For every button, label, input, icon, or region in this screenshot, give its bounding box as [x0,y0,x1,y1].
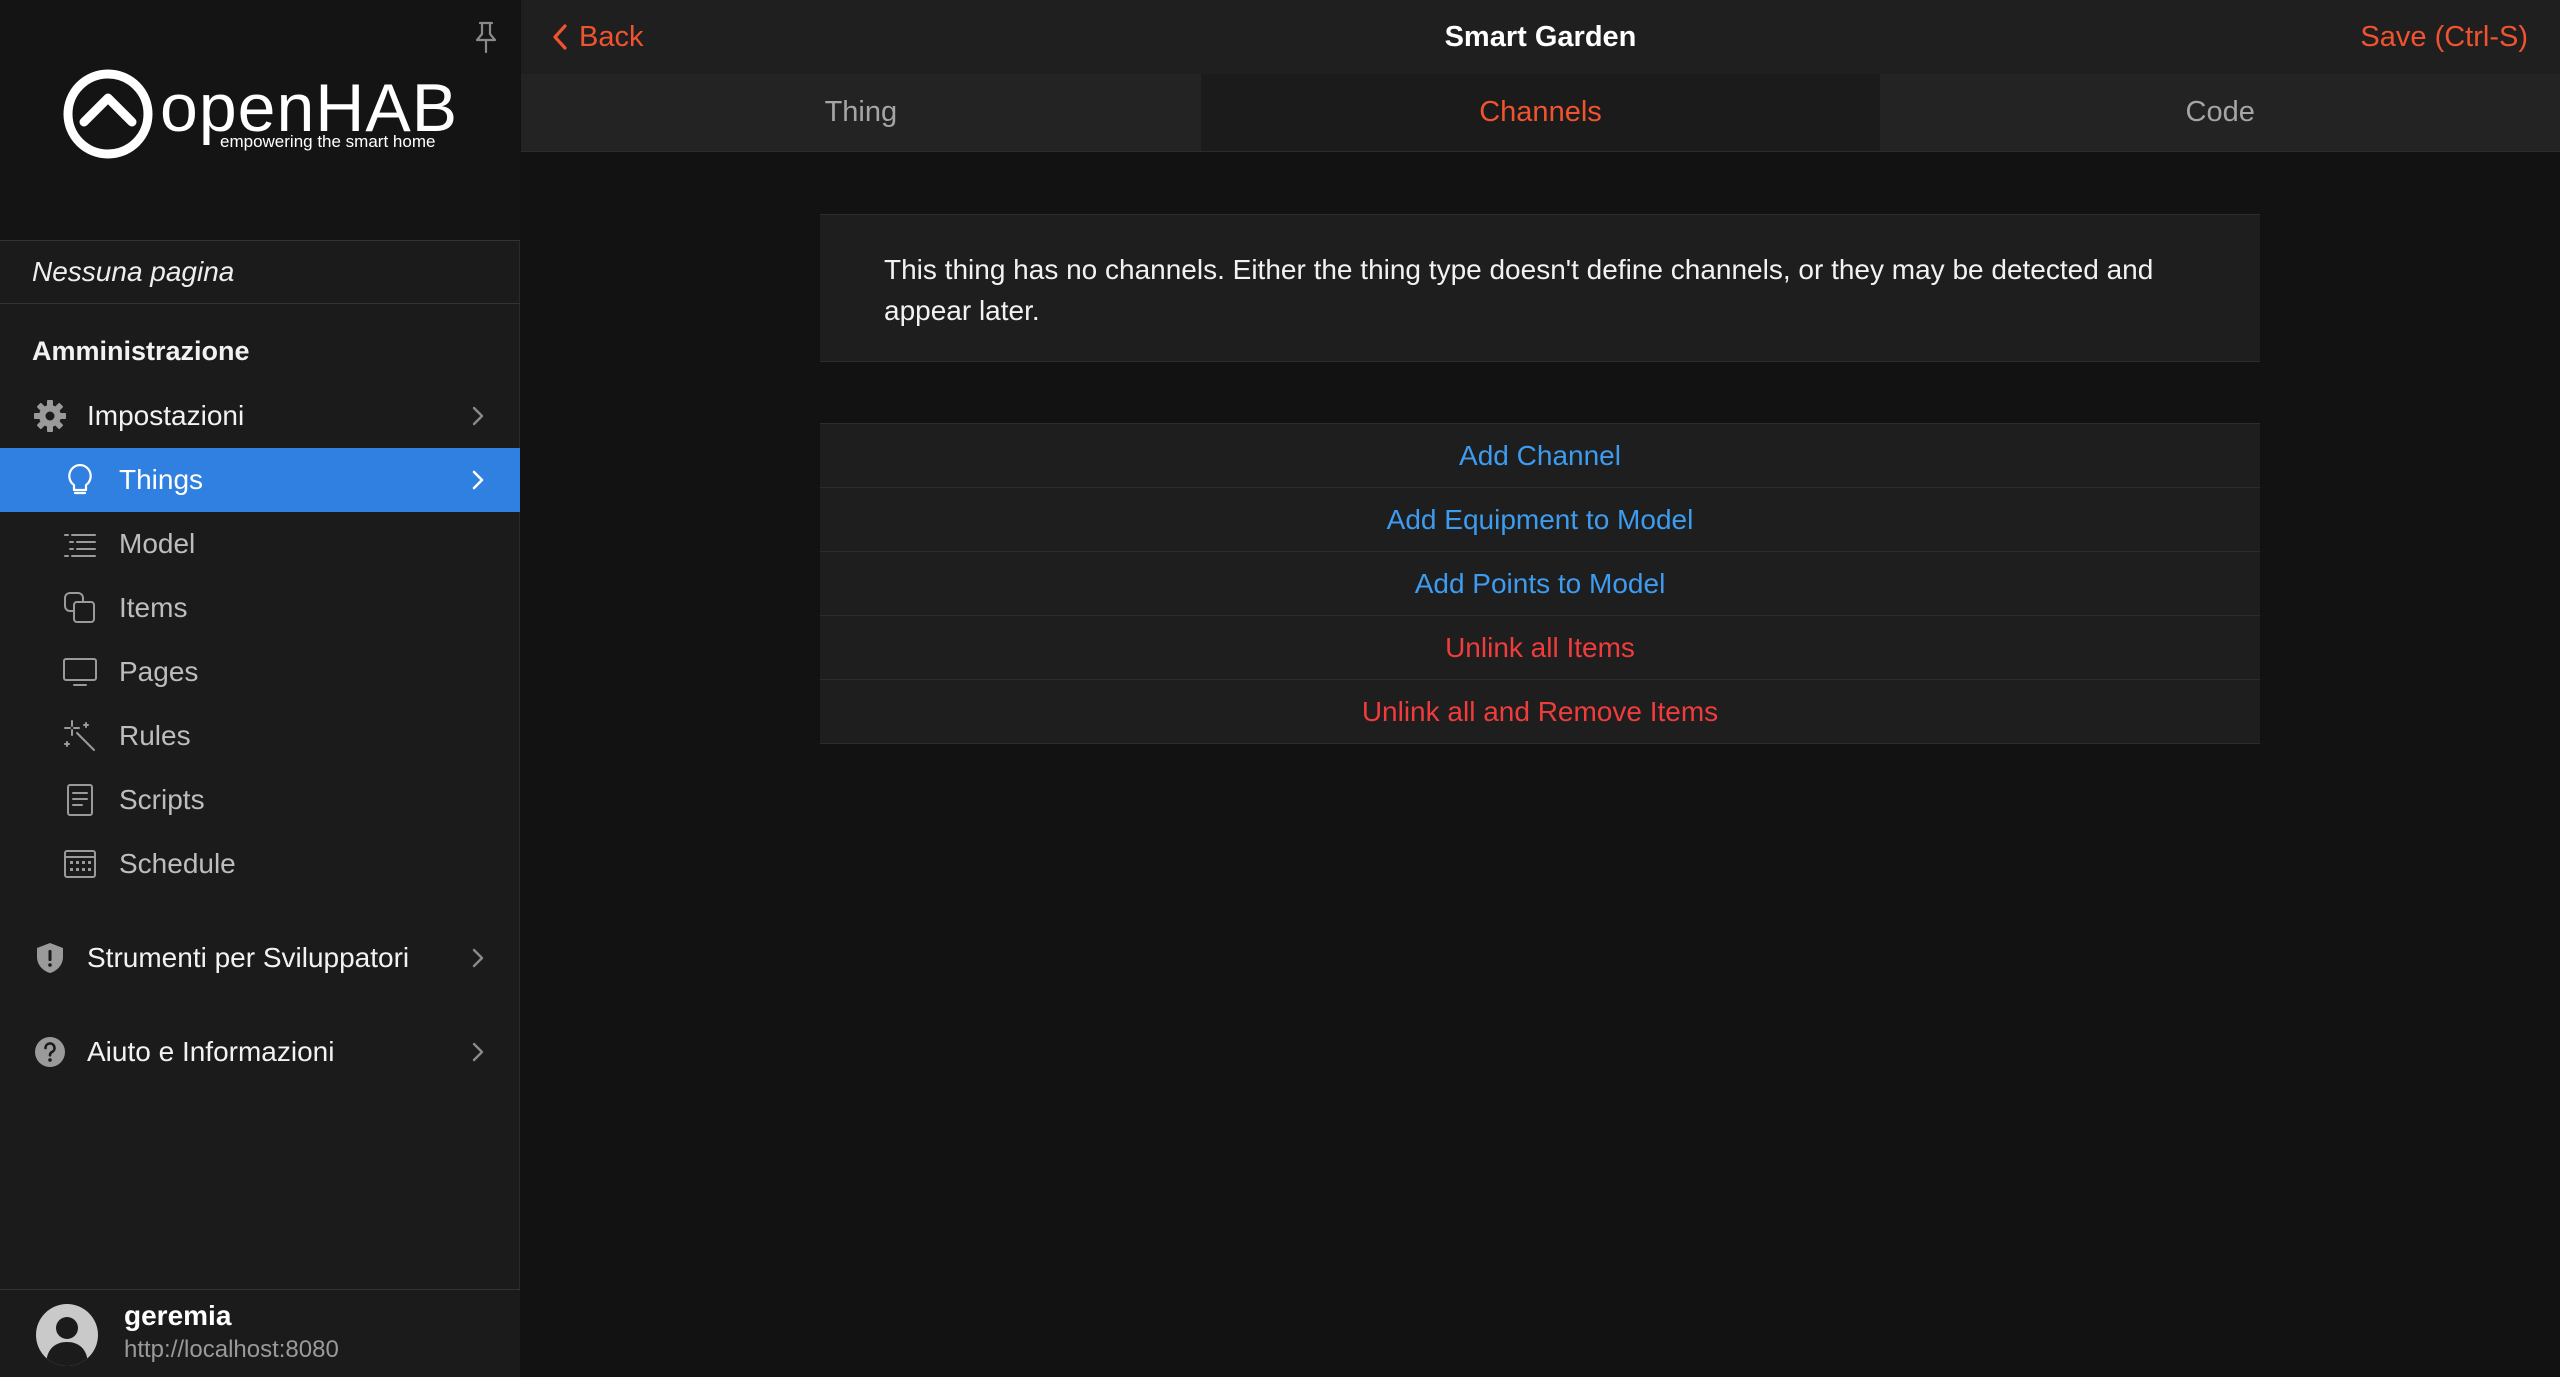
sidebar-item-label: Model [119,528,196,559]
logo-subtitle: empowering the smart home [220,132,436,151]
document-icon [67,784,93,816]
question-icon [35,1037,65,1067]
monitor-icon [63,658,97,686]
back-label: Back [579,20,644,53]
lightbulb-icon [68,463,92,495]
sidebar: openHAB empowering the smart home Nessun… [0,0,520,1377]
user-profile[interactable]: geremia http://localhost:8080 [0,1289,520,1377]
channel-actions-list: Add Channel Add Equipment to Model Add P… [820,423,2260,744]
add-equipment-to-model-button[interactable]: Add Equipment to Model [820,488,2260,552]
chevron-right-icon [472,948,484,968]
app-root: openHAB empowering the smart home Nessun… [0,0,2560,1377]
back-button[interactable]: Back [551,0,643,74]
sidebar-item-model[interactable]: Model [0,512,520,576]
chevron-right-icon [472,1042,484,1062]
sidebar-item-settings[interactable]: Impostazioni [0,384,520,448]
sidebar-item-schedule[interactable]: Schedule [0,832,520,896]
chevron-left-icon [553,24,567,50]
openhab-logo-icon [63,69,153,159]
sidebar-item-pages[interactable]: Pages [0,640,520,704]
section-title: Amministrazione [32,336,250,366]
sidebar-item-developer-tools[interactable]: Strumenti per Sviluppatori [0,926,520,990]
chevron-right-icon [472,406,484,426]
sidebar-item-things[interactable]: Things [0,448,520,512]
shield-icon [37,943,63,973]
openhab-logo: openHAB empowering the smart home [62,68,470,160]
sidebar-item-label: Rules [119,720,191,751]
page-title: Smart Garden [1444,21,1637,53]
server-url: http://localhost:8080 [124,1336,339,1363]
save-button[interactable]: Save (Ctrl-S) [2360,0,2528,74]
sidebar-item-label: Aiuto e Informazioni [87,1036,335,1067]
avatar [36,1304,98,1366]
pin-icon[interactable] [471,20,501,54]
tab-bar: Thing Channels Code [521,74,2560,152]
sidebar-item-label: Pages [119,656,199,687]
no-channels-message: This thing has no channels. Either the t… [820,214,2260,362]
list-indent-icon [64,534,96,557]
user-name: geremia [124,1300,232,1331]
magic-wand-icon [64,720,95,751]
tab-thing[interactable]: Thing [521,74,1201,151]
sidebar-item-rules[interactable]: Rules [0,704,520,768]
tab-channels[interactable]: Channels [1200,74,1881,151]
add-channel-button[interactable]: Add Channel [820,424,2260,488]
sidebar-item-help[interactable]: Aiuto e Informazioni [0,1020,520,1084]
tab-code[interactable]: Code [1880,74,2560,151]
no-page-label[interactable]: Nessuna pagina [0,240,520,304]
sidebar-item-label: Things [119,464,204,495]
sidebar-item-label: Impostazioni [87,400,245,431]
logo-text: openHAB empowering the smart home [160,68,470,160]
unlink-all-items-button[interactable]: Unlink all Items [820,616,2260,680]
calendar-icon [64,850,96,878]
sidebar-item-label: Items [119,592,188,623]
sidebar-item-scripts[interactable]: Scripts [0,768,520,832]
gear-icon [34,400,66,432]
sidebar-item-items[interactable]: Items [0,576,520,640]
top-navbar: Smart Garden Back Save (Ctrl-S) [521,0,2560,74]
chevron-right-icon [472,470,484,490]
squares-icon [64,592,95,623]
add-points-to-model-button[interactable]: Add Points to Model [820,552,2260,616]
user-silhouette-icon [46,1317,88,1366]
sidebar-item-label: Strumenti per Sviluppatori [87,942,410,973]
sidebar-item-label: Schedule [119,848,236,879]
unlink-and-remove-items-button[interactable]: Unlink all and Remove Items [820,680,2260,744]
sidebar-item-label: Scripts [119,784,205,815]
logo-area: openHAB empowering the smart home [0,0,520,240]
